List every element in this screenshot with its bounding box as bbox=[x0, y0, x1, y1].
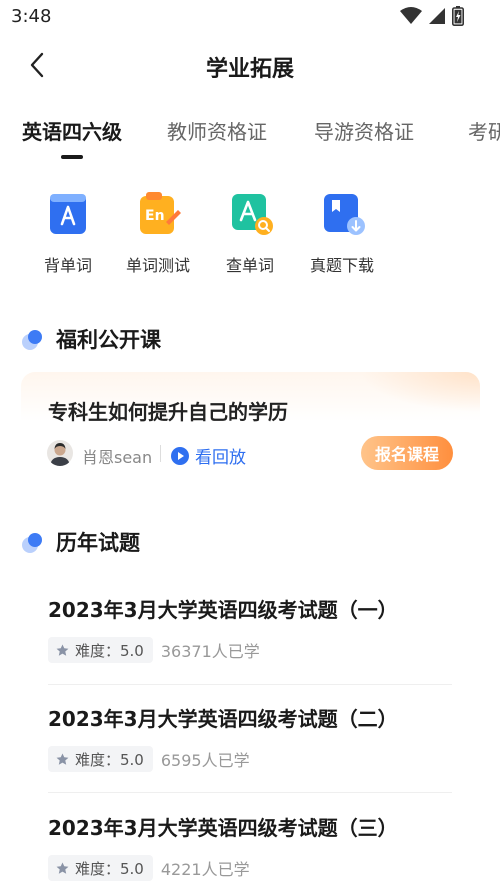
page-title: 学业拓展 bbox=[205, 57, 294, 82]
star-icon bbox=[56, 861, 69, 874]
star-icon bbox=[56, 752, 69, 765]
teacher-avatar bbox=[47, 440, 73, 466]
course-title: 专科生如何提升自己的学历 bbox=[48, 400, 288, 424]
tool-label: 单词测试 bbox=[125, 256, 190, 275]
tab-tour-guide-certificate[interactable]: 导游资格证 bbox=[314, 116, 414, 145]
learner-count: 36371人已学 bbox=[160, 642, 260, 661]
section-bullet-icon bbox=[22, 531, 44, 553]
welfare-section-header: 福利公开课 bbox=[22, 324, 161, 354]
section-title: 福利公开课 bbox=[56, 328, 161, 352]
exam-title: 2023年3月大学英语四级考试题（二） bbox=[48, 707, 398, 731]
difficulty-badge: 难度：5.0 bbox=[48, 855, 153, 881]
difficulty-badge: 难度：5.0 bbox=[48, 637, 153, 663]
exam-meta: 难度：5.0 4221人已学 bbox=[48, 855, 452, 881]
tool-exam-download[interactable]: 真题下载 bbox=[302, 190, 382, 276]
battery-icon bbox=[452, 6, 464, 26]
exam-download-icon bbox=[322, 192, 365, 236]
tool-word-lookup[interactable]: 查单词 bbox=[210, 190, 290, 276]
cellular-signal-icon bbox=[429, 8, 445, 24]
exam-meta: 难度：5.0 36371人已学 bbox=[48, 637, 452, 663]
learner-count: 6595人已学 bbox=[160, 751, 250, 770]
row-divider bbox=[48, 792, 452, 793]
exam-meta: 难度：5.0 6595人已学 bbox=[48, 746, 452, 772]
section-bullet-icon bbox=[22, 328, 44, 350]
difficulty-text: 难度：5.0 bbox=[75, 641, 144, 660]
difficulty-badge: 难度：5.0 bbox=[48, 746, 153, 772]
play-icon bbox=[171, 446, 189, 465]
tab-teacher-certificate[interactable]: 教师资格证 bbox=[167, 116, 267, 145]
active-tab-indicator bbox=[61, 155, 83, 159]
status-icons bbox=[400, 6, 464, 26]
word-test-icon: En bbox=[138, 192, 181, 236]
tab-cet[interactable]: 英语四六级 bbox=[22, 116, 122, 145]
section-title: 历年试题 bbox=[56, 531, 140, 555]
teacher-name: 肖恩sean bbox=[82, 448, 153, 467]
divider bbox=[160, 445, 161, 462]
word-search-icon bbox=[230, 192, 273, 236]
tool-shortcuts: 背单词 En 单词测试 查单词 真题下载 bbox=[0, 190, 500, 280]
tab-postgraduate[interactable]: 考研 bbox=[468, 116, 500, 145]
wifi-icon bbox=[400, 7, 422, 24]
exam-title: 2023年3月大学英语四级考试题（三） bbox=[48, 816, 398, 840]
exam-list-item[interactable]: 2023年3月大学英语四级考试题（一） 难度：5.0 36371人已学 bbox=[48, 594, 452, 663]
exam-list-item[interactable]: 2023年3月大学英语四级考试题（二） 难度：5.0 6595人已学 bbox=[48, 703, 452, 772]
signup-course-button[interactable]: 报名课程 bbox=[361, 436, 453, 470]
difficulty-text: 难度：5.0 bbox=[75, 750, 144, 769]
tool-label: 背单词 bbox=[43, 256, 92, 275]
category-tabs: 英语四六级 教师资格证 导游资格证 考研 bbox=[0, 108, 500, 164]
tool-vocabulary[interactable]: 背单词 bbox=[28, 190, 108, 276]
star-icon bbox=[56, 643, 69, 656]
status-time: 3:48 bbox=[11, 6, 52, 27]
tool-label: 真题下载 bbox=[309, 256, 374, 275]
tool-label: 查单词 bbox=[225, 256, 274, 275]
exam-list-item[interactable]: 2023年3月大学英语四级考试题（三） 难度：5.0 4221人已学 bbox=[48, 812, 452, 881]
exam-title: 2023年3月大学英语四级考试题（一） bbox=[48, 598, 398, 622]
svg-text:En: En bbox=[145, 208, 165, 224]
tool-word-test[interactable]: En 单词测试 bbox=[118, 190, 198, 276]
replay-link[interactable]: 看回放 bbox=[171, 443, 246, 468]
row-divider bbox=[48, 684, 452, 685]
open-course-card[interactable]: 专科生如何提升自己的学历 肖恩sean 看回放 报名课程 bbox=[21, 372, 480, 482]
learner-count: 4221人已学 bbox=[160, 860, 250, 879]
past-exams-section-header: 历年试题 bbox=[22, 527, 140, 557]
replay-label: 看回放 bbox=[195, 448, 246, 468]
difficulty-text: 难度：5.0 bbox=[75, 859, 144, 878]
status-bar: 3:48 bbox=[0, 0, 500, 34]
vocabulary-book-icon bbox=[48, 192, 88, 236]
header: 学业拓展 bbox=[0, 40, 500, 90]
